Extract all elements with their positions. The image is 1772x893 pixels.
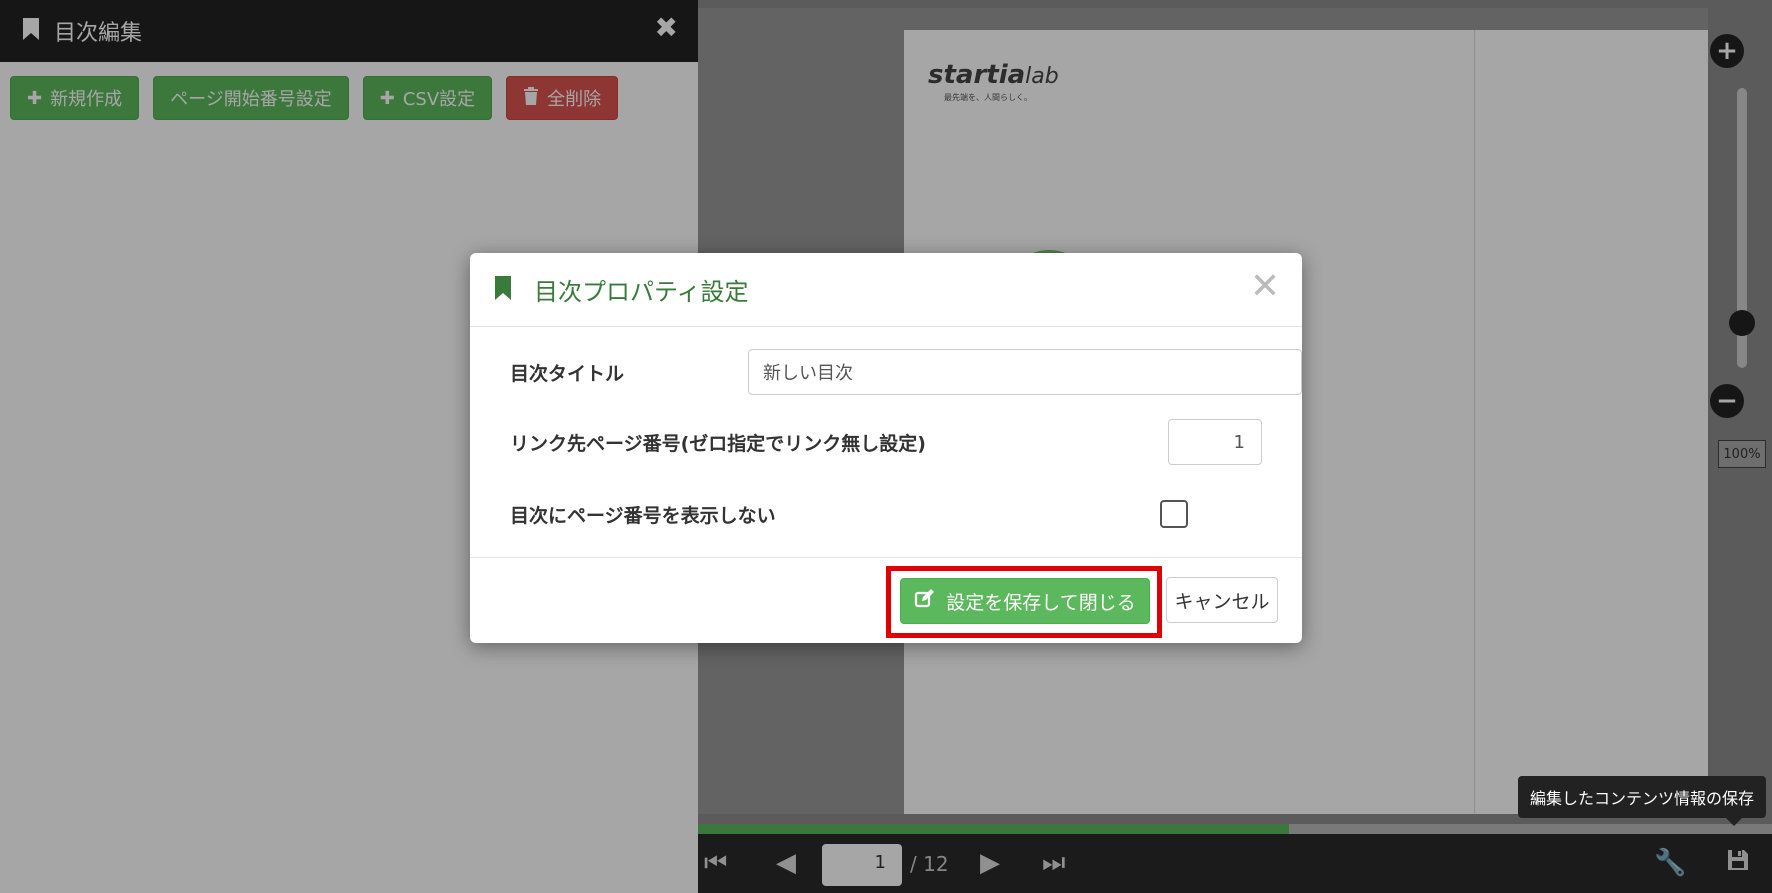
save-tooltip: 編集したコンテンツ情報の保存 (1518, 776, 1767, 826)
hide-page-number-checkbox[interactable] (1160, 500, 1188, 528)
link-page-row: リンク先ページ番号(ゼロ指定でリンク無し設定) 1 (510, 419, 1262, 465)
dialog-header: 目次プロパティ設定 ✕ (470, 253, 1302, 327)
link-page-input[interactable]: 1 (1168, 419, 1262, 465)
cancel-button[interactable]: キャンセル (1166, 577, 1278, 623)
save-and-close-button[interactable]: 設定を保存して閉じる (900, 578, 1150, 624)
highlight-frame: 設定を保存して閉じる (886, 566, 1162, 638)
toc-title-input[interactable]: 新しい目次 (748, 349, 1302, 395)
dialog-title: 目次プロパティ設定 (534, 278, 749, 306)
close-icon[interactable]: ✕ (1250, 269, 1280, 305)
hide-page-number-row: 目次にページ番号を表示しない (510, 491, 1262, 537)
hide-page-number-label: 目次にページ番号を表示しない (510, 504, 776, 527)
toc-title-label: 目次タイトル (510, 362, 625, 385)
edit-icon (914, 588, 935, 614)
link-page-label: リンク先ページ番号(ゼロ指定でリンク無し設定) (510, 432, 926, 455)
toc-title-row: 目次タイトル 新しい目次 (510, 349, 1302, 395)
toc-properties-dialog: 目次プロパティ設定 ✕ 目次タイトル 新しい目次 リンク先ページ番号(ゼロ指定で… (470, 253, 1302, 643)
save-and-close-label: 設定を保存して閉じる (946, 591, 1136, 614)
dialog-footer: 設定を保存して閉じる キャンセル (470, 557, 1302, 643)
bookmark-icon (494, 275, 512, 304)
